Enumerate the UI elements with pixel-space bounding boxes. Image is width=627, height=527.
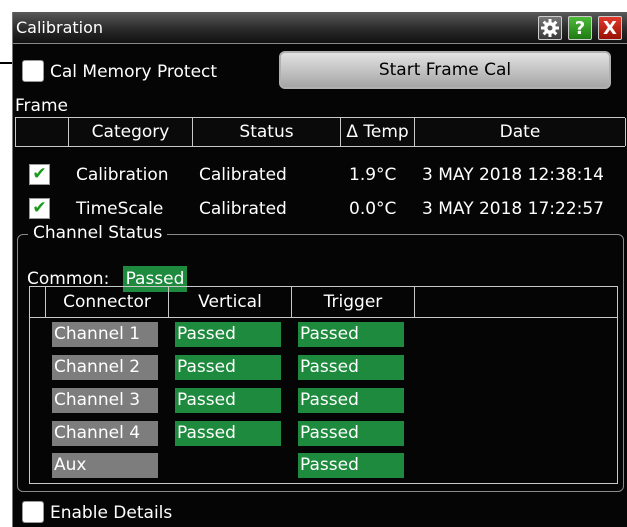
- channel-row-3[interactable]: Channel 3 Passed Passed: [30, 388, 617, 416]
- frame-row-date: 3 MAY 2018 12:38:14: [422, 165, 605, 185]
- frame-header-delta-temp[interactable]: Δ Temp: [341, 118, 415, 146]
- frame-row-delta-temp: 1.9°C: [349, 165, 397, 185]
- connector-cell: Aux: [52, 453, 158, 478]
- channel-status-title: Channel Status: [28, 223, 168, 243]
- trigger-status-cell: Passed: [298, 355, 404, 380]
- help-button[interactable]: ?: [568, 16, 592, 40]
- enable-details-label: Enable Details: [50, 503, 173, 523]
- external-connector-line: [0, 62, 12, 64]
- channel-row-2[interactable]: Channel 2 Passed Passed: [30, 355, 617, 383]
- connector-cell: Channel 3: [52, 388, 158, 413]
- gear-icon: [541, 19, 559, 37]
- channel-row-aux[interactable]: Aux Passed: [30, 453, 617, 481]
- start-frame-cal-button[interactable]: Start Frame Cal: [279, 51, 611, 89]
- frame-row-timescale[interactable]: ✔ TimeScale Calibrated 0.0°C 3 MAY 2018 …: [15, 193, 626, 226]
- connector-cell: Channel 4: [52, 421, 158, 446]
- cal-memory-protect-label: Cal Memory Protect: [50, 62, 218, 82]
- cal-memory-protect-checkbox[interactable]: [22, 60, 44, 82]
- connector-cell: Channel 1: [52, 322, 158, 347]
- channel-header-empty: [415, 287, 617, 317]
- channel-header-spacer: [30, 287, 46, 317]
- frame-table-header: Category Status Δ Temp Date: [15, 117, 626, 147]
- channel-header-vertical[interactable]: Vertical: [169, 287, 292, 317]
- channel-row-1[interactable]: Channel 1 Passed Passed: [30, 322, 617, 350]
- frame-row-status: Calibrated: [199, 165, 287, 185]
- timescale-checkbox[interactable]: ✔: [29, 198, 50, 219]
- frame-header-category[interactable]: Category: [69, 118, 193, 146]
- channel-table-header: Connector Vertical Trigger: [30, 287, 617, 318]
- frame-row-category: TimeScale: [76, 199, 164, 219]
- settings-button[interactable]: [538, 16, 562, 40]
- channel-header-trigger[interactable]: Trigger: [292, 287, 415, 317]
- trigger-status-cell: Passed: [298, 421, 404, 446]
- channel-row-4[interactable]: Channel 4 Passed Passed: [30, 421, 617, 449]
- channel-status-table: Connector Vertical Trigger Channel 1 Pas…: [29, 286, 618, 484]
- close-icon: X: [603, 17, 617, 39]
- frame-row-category: Calibration: [76, 165, 169, 185]
- connector-cell: Channel 2: [52, 355, 158, 380]
- frame-section-label: Frame: [15, 96, 68, 116]
- window-title: Calibration: [16, 18, 104, 37]
- close-button[interactable]: X: [598, 16, 622, 40]
- trigger-status-cell: Passed: [298, 453, 404, 478]
- calibration-dialog: Calibration ? X Cal Memory Protect Start…: [12, 12, 627, 527]
- calibration-checkbox[interactable]: ✔: [29, 164, 50, 185]
- vertical-status-cell: Passed: [175, 388, 281, 413]
- frame-row-date: 3 MAY 2018 17:22:57: [422, 199, 605, 219]
- frame-row-calibration[interactable]: ✔ Calibration Calibrated 1.9°C 3 MAY 201…: [15, 159, 626, 192]
- frame-header-date[interactable]: Date: [415, 118, 626, 146]
- frame-header-status[interactable]: Status: [193, 118, 341, 146]
- frame-row-status: Calibrated: [199, 199, 287, 219]
- trigger-status-cell: Passed: [298, 388, 404, 413]
- help-icon: ?: [574, 17, 586, 39]
- vertical-status-cell: Passed: [175, 421, 281, 446]
- frame-row-delta-temp: 0.0°C: [349, 199, 397, 219]
- trigger-status-cell: Passed: [298, 322, 404, 347]
- frame-header-checkbox-col: [16, 118, 69, 146]
- start-frame-cal-label: Start Frame Cal: [378, 60, 512, 80]
- vertical-status-cell: Passed: [175, 322, 281, 347]
- title-bar[interactable]: Calibration ? X: [13, 12, 627, 44]
- enable-details-checkbox[interactable]: [22, 501, 44, 523]
- channel-header-connector[interactable]: Connector: [46, 287, 169, 317]
- vertical-status-cell: Passed: [175, 355, 281, 380]
